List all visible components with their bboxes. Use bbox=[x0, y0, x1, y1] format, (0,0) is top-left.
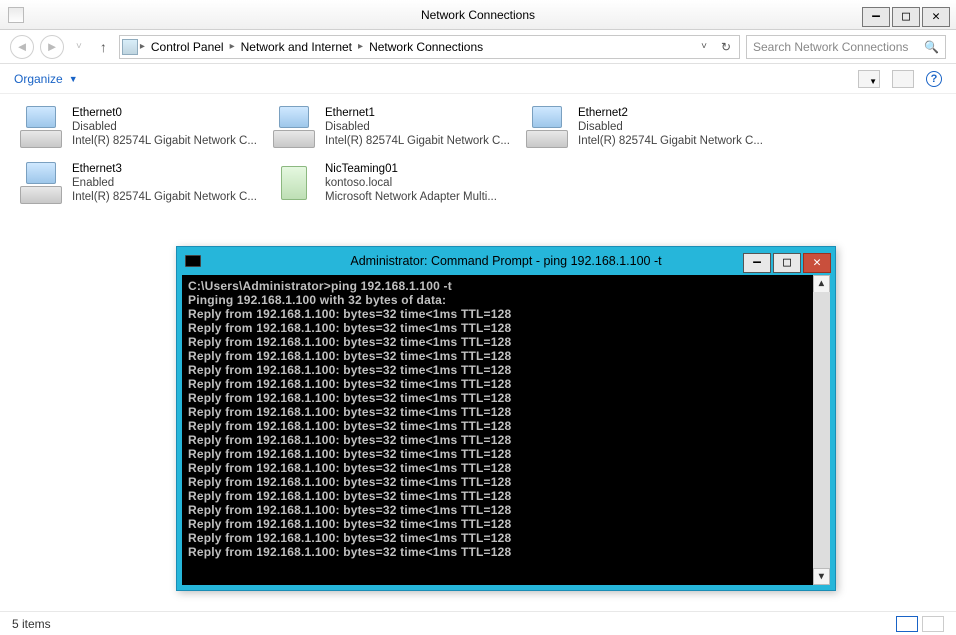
window-title: Network Connections bbox=[0, 8, 956, 22]
adapter-status: Disabled bbox=[325, 120, 510, 134]
cmd-title: Administrator: Command Prompt - ping 192… bbox=[177, 254, 835, 268]
forward-button[interactable]: ► bbox=[40, 35, 64, 59]
cmd-line: Reply from 192.168.1.100: bytes=32 time<… bbox=[188, 419, 824, 433]
adapter-icon bbox=[20, 106, 62, 148]
adapter-desc: Intel(R) 82574L Gigabit Network C... bbox=[72, 134, 257, 148]
cmd-titlebar[interactable]: Administrator: Command Prompt - ping 192… bbox=[177, 247, 835, 275]
status-item-count: 5 items bbox=[12, 617, 51, 631]
search-input[interactable]: Search Network Connections 🔍 bbox=[746, 35, 946, 59]
cmd-window[interactable]: Administrator: Command Prompt - ping 192… bbox=[176, 246, 836, 591]
adapter-status: Disabled bbox=[72, 120, 257, 134]
address-bar[interactable]: ▸ Control Panel ▸ Network and Internet ▸… bbox=[119, 35, 740, 59]
chevron-down-icon: ▼ bbox=[69, 74, 78, 84]
adapter-status: kontoso.local bbox=[325, 176, 497, 190]
cmd-line: Reply from 192.168.1.100: bytes=32 time<… bbox=[188, 447, 824, 461]
adapter-name: Ethernet1 bbox=[325, 106, 510, 120]
adapter-status: Disabled bbox=[578, 120, 763, 134]
cmd-line: Reply from 192.168.1.100: bytes=32 time<… bbox=[188, 335, 824, 349]
adapter-desc: Intel(R) 82574L Gigabit Network C... bbox=[325, 134, 510, 148]
maximize-button[interactable]: □ bbox=[892, 7, 920, 27]
cmd-line: Reply from 192.168.1.100: bytes=32 time<… bbox=[188, 489, 824, 503]
cmd-line: Reply from 192.168.1.100: bytes=32 time<… bbox=[188, 461, 824, 475]
cmd-line: Reply from 192.168.1.100: bytes=32 time<… bbox=[188, 349, 824, 363]
cmd-line: Reply from 192.168.1.100: bytes=32 time<… bbox=[188, 363, 824, 377]
statusbar: 5 items bbox=[0, 611, 956, 635]
organize-button[interactable]: Organize ▼ bbox=[14, 72, 78, 86]
adapter-icon bbox=[20, 162, 62, 204]
scroll-up-icon[interactable]: ▴ bbox=[813, 275, 830, 292]
adapter-item[interactable]: NicTeaming01kontoso.localMicrosoft Netwo… bbox=[271, 158, 516, 214]
adapter-name: Ethernet0 bbox=[72, 106, 257, 120]
adapter-name: Ethernet3 bbox=[72, 162, 257, 176]
cmd-line: Reply from 192.168.1.100: bytes=32 time<… bbox=[188, 433, 824, 447]
nav-bar: ◄ ► ˅ ↑ ▸ Control Panel ▸ Network and In… bbox=[0, 30, 956, 64]
adapter-desc: Intel(R) 82574L Gigabit Network C... bbox=[578, 134, 763, 148]
chevron-right-icon: ▸ bbox=[140, 41, 145, 52]
adapter-item[interactable]: Ethernet2DisabledIntel(R) 82574L Gigabit… bbox=[524, 102, 769, 158]
adapter-desc: Intel(R) 82574L Gigabit Network C... bbox=[72, 190, 257, 204]
cmd-line: C:\Users\Administrator>ping 192.168.1.10… bbox=[188, 279, 824, 293]
command-bar: Organize ▼ ▼ ? bbox=[0, 64, 956, 94]
cmd-line: Reply from 192.168.1.100: bytes=32 time<… bbox=[188, 503, 824, 517]
search-placeholder: Search Network Connections bbox=[753, 40, 908, 54]
view-large-icons-button[interactable] bbox=[922, 616, 944, 632]
location-icon bbox=[122, 39, 138, 55]
cmd-line: Reply from 192.168.1.100: bytes=32 time<… bbox=[188, 531, 824, 545]
cmd-line: Reply from 192.168.1.100: bytes=32 time<… bbox=[188, 391, 824, 405]
up-button[interactable]: ↑ bbox=[94, 39, 113, 55]
cmd-scrollbar[interactable]: ▴ ▾ bbox=[813, 275, 830, 585]
cmd-line: Reply from 192.168.1.100: bytes=32 time<… bbox=[188, 321, 824, 335]
organize-label: Organize bbox=[14, 72, 63, 86]
view-options-button[interactable]: ▼ bbox=[858, 70, 880, 88]
cmd-line: Reply from 192.168.1.100: bytes=32 time<… bbox=[188, 545, 824, 559]
breadcrumb-seg-3[interactable]: Network Connections bbox=[365, 36, 487, 58]
window-icon bbox=[8, 7, 24, 23]
cmd-output[interactable]: C:\Users\Administrator>ping 192.168.1.10… bbox=[182, 275, 830, 585]
adapter-icon bbox=[273, 162, 315, 204]
breadcrumb-seg-1[interactable]: Control Panel bbox=[147, 36, 228, 58]
breadcrumb-seg-2[interactable]: Network and Internet bbox=[237, 36, 356, 58]
adapter-item[interactable]: Ethernet1DisabledIntel(R) 82574L Gigabit… bbox=[271, 102, 516, 158]
adapter-item[interactable]: Ethernet0DisabledIntel(R) 82574L Gigabit… bbox=[18, 102, 263, 158]
cmd-line: Reply from 192.168.1.100: bytes=32 time<… bbox=[188, 517, 824, 531]
recent-dropdown[interactable]: ˅ bbox=[70, 41, 88, 52]
adapter-name: NicTeaming01 bbox=[325, 162, 497, 176]
titlebar[interactable]: Network Connections — □ ✕ bbox=[0, 0, 956, 30]
close-button[interactable]: ✕ bbox=[922, 7, 950, 27]
search-icon: 🔍 bbox=[924, 40, 939, 54]
minimize-button[interactable]: — bbox=[862, 7, 890, 27]
preview-pane-button[interactable] bbox=[892, 70, 914, 88]
refresh-button[interactable]: ↻ bbox=[715, 40, 737, 54]
adapter-icon bbox=[526, 106, 568, 148]
cmd-line: Reply from 192.168.1.100: bytes=32 time<… bbox=[188, 307, 824, 321]
help-icon[interactable]: ? bbox=[926, 71, 942, 87]
adapter-item[interactable]: Ethernet3EnabledIntel(R) 82574L Gigabit … bbox=[18, 158, 263, 214]
adapter-name: Ethernet2 bbox=[578, 106, 763, 120]
cmd-line: Pinging 192.168.1.100 with 32 bytes of d… bbox=[188, 293, 824, 307]
adapter-desc: Microsoft Network Adapter Multi... bbox=[325, 190, 497, 204]
cmd-line: Reply from 192.168.1.100: bytes=32 time<… bbox=[188, 377, 824, 391]
view-details-button[interactable] bbox=[896, 616, 918, 632]
adapter-list: Ethernet0DisabledIntel(R) 82574L Gigabit… bbox=[0, 94, 956, 214]
adapter-status: Enabled bbox=[72, 176, 257, 190]
cmd-line: Reply from 192.168.1.100: bytes=32 time<… bbox=[188, 405, 824, 419]
chevron-right-icon: ▸ bbox=[358, 41, 363, 52]
back-button[interactable]: ◄ bbox=[10, 35, 34, 59]
cmd-line: Reply from 192.168.1.100: bytes=32 time<… bbox=[188, 475, 824, 489]
adapter-icon bbox=[273, 106, 315, 148]
chevron-right-icon: ▸ bbox=[230, 41, 235, 52]
address-dropdown[interactable]: ˅ bbox=[695, 41, 713, 52]
scroll-down-icon[interactable]: ▾ bbox=[813, 568, 830, 585]
